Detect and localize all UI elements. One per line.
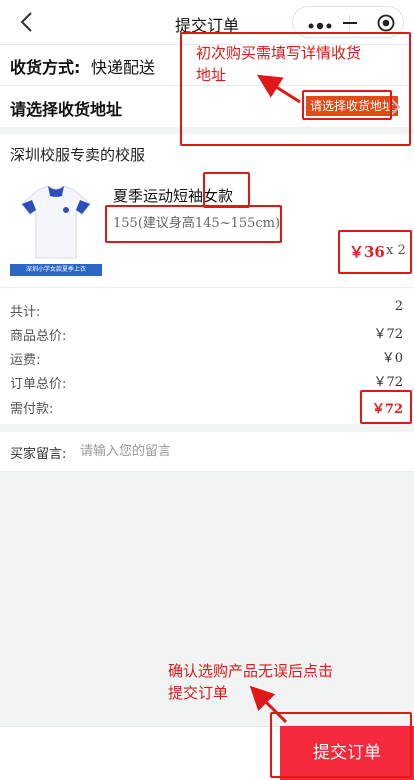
annotation-box-address-button [302,90,392,120]
message-input[interactable] [80,440,400,462]
annotation-note-submit-2: 提交订单 [168,684,229,702]
summary-order-total-label: 订单总价: [10,377,67,392]
product-image-caption: 深圳小学女款夏季上衣 [25,266,86,273]
target-circle-icon[interactable] [377,14,395,32]
annotation-box-price [338,230,412,274]
shipping-label: 收货方式: [10,58,81,77]
more-dots-icon[interactable] [307,17,333,30]
summary-goods-label: 商品总价: [10,329,67,344]
summary-order-total-value: ￥72 [373,375,403,390]
summary-payable-label: 需付款: [10,402,54,417]
product-image[interactable]: 深圳小学女款夏季上衣 [10,184,102,276]
annotation-box-payable [360,390,412,424]
summary-shipping-value: ￥0 [381,351,403,366]
annotation-box-submit [270,712,412,778]
annotation-note-submit-1: 确认选购产品无误后点击 [168,662,334,680]
annotation-note-address-2: 地址 [196,66,227,84]
shipping-value: 快递配送 [91,58,156,77]
summary-shipping-label: 运费: [10,353,41,368]
shop-name: 深圳校服专卖的校服 [10,146,146,164]
summary-count-label: 共计: [10,305,41,320]
section-gap [0,424,414,432]
annotation-box-gender [203,172,250,208]
address-label: 请选择收货地址 [10,100,123,119]
message-label: 买家留言: [10,447,67,462]
summary-count-value: 2 [394,299,403,314]
divider [0,287,414,288]
summary-goods-value: ￥72 [373,327,403,342]
minimize-icon[interactable] [343,22,357,24]
annotation-box-size [105,205,282,243]
annotation-note-address-1: 初次购买需填写详情收货 [196,44,362,62]
